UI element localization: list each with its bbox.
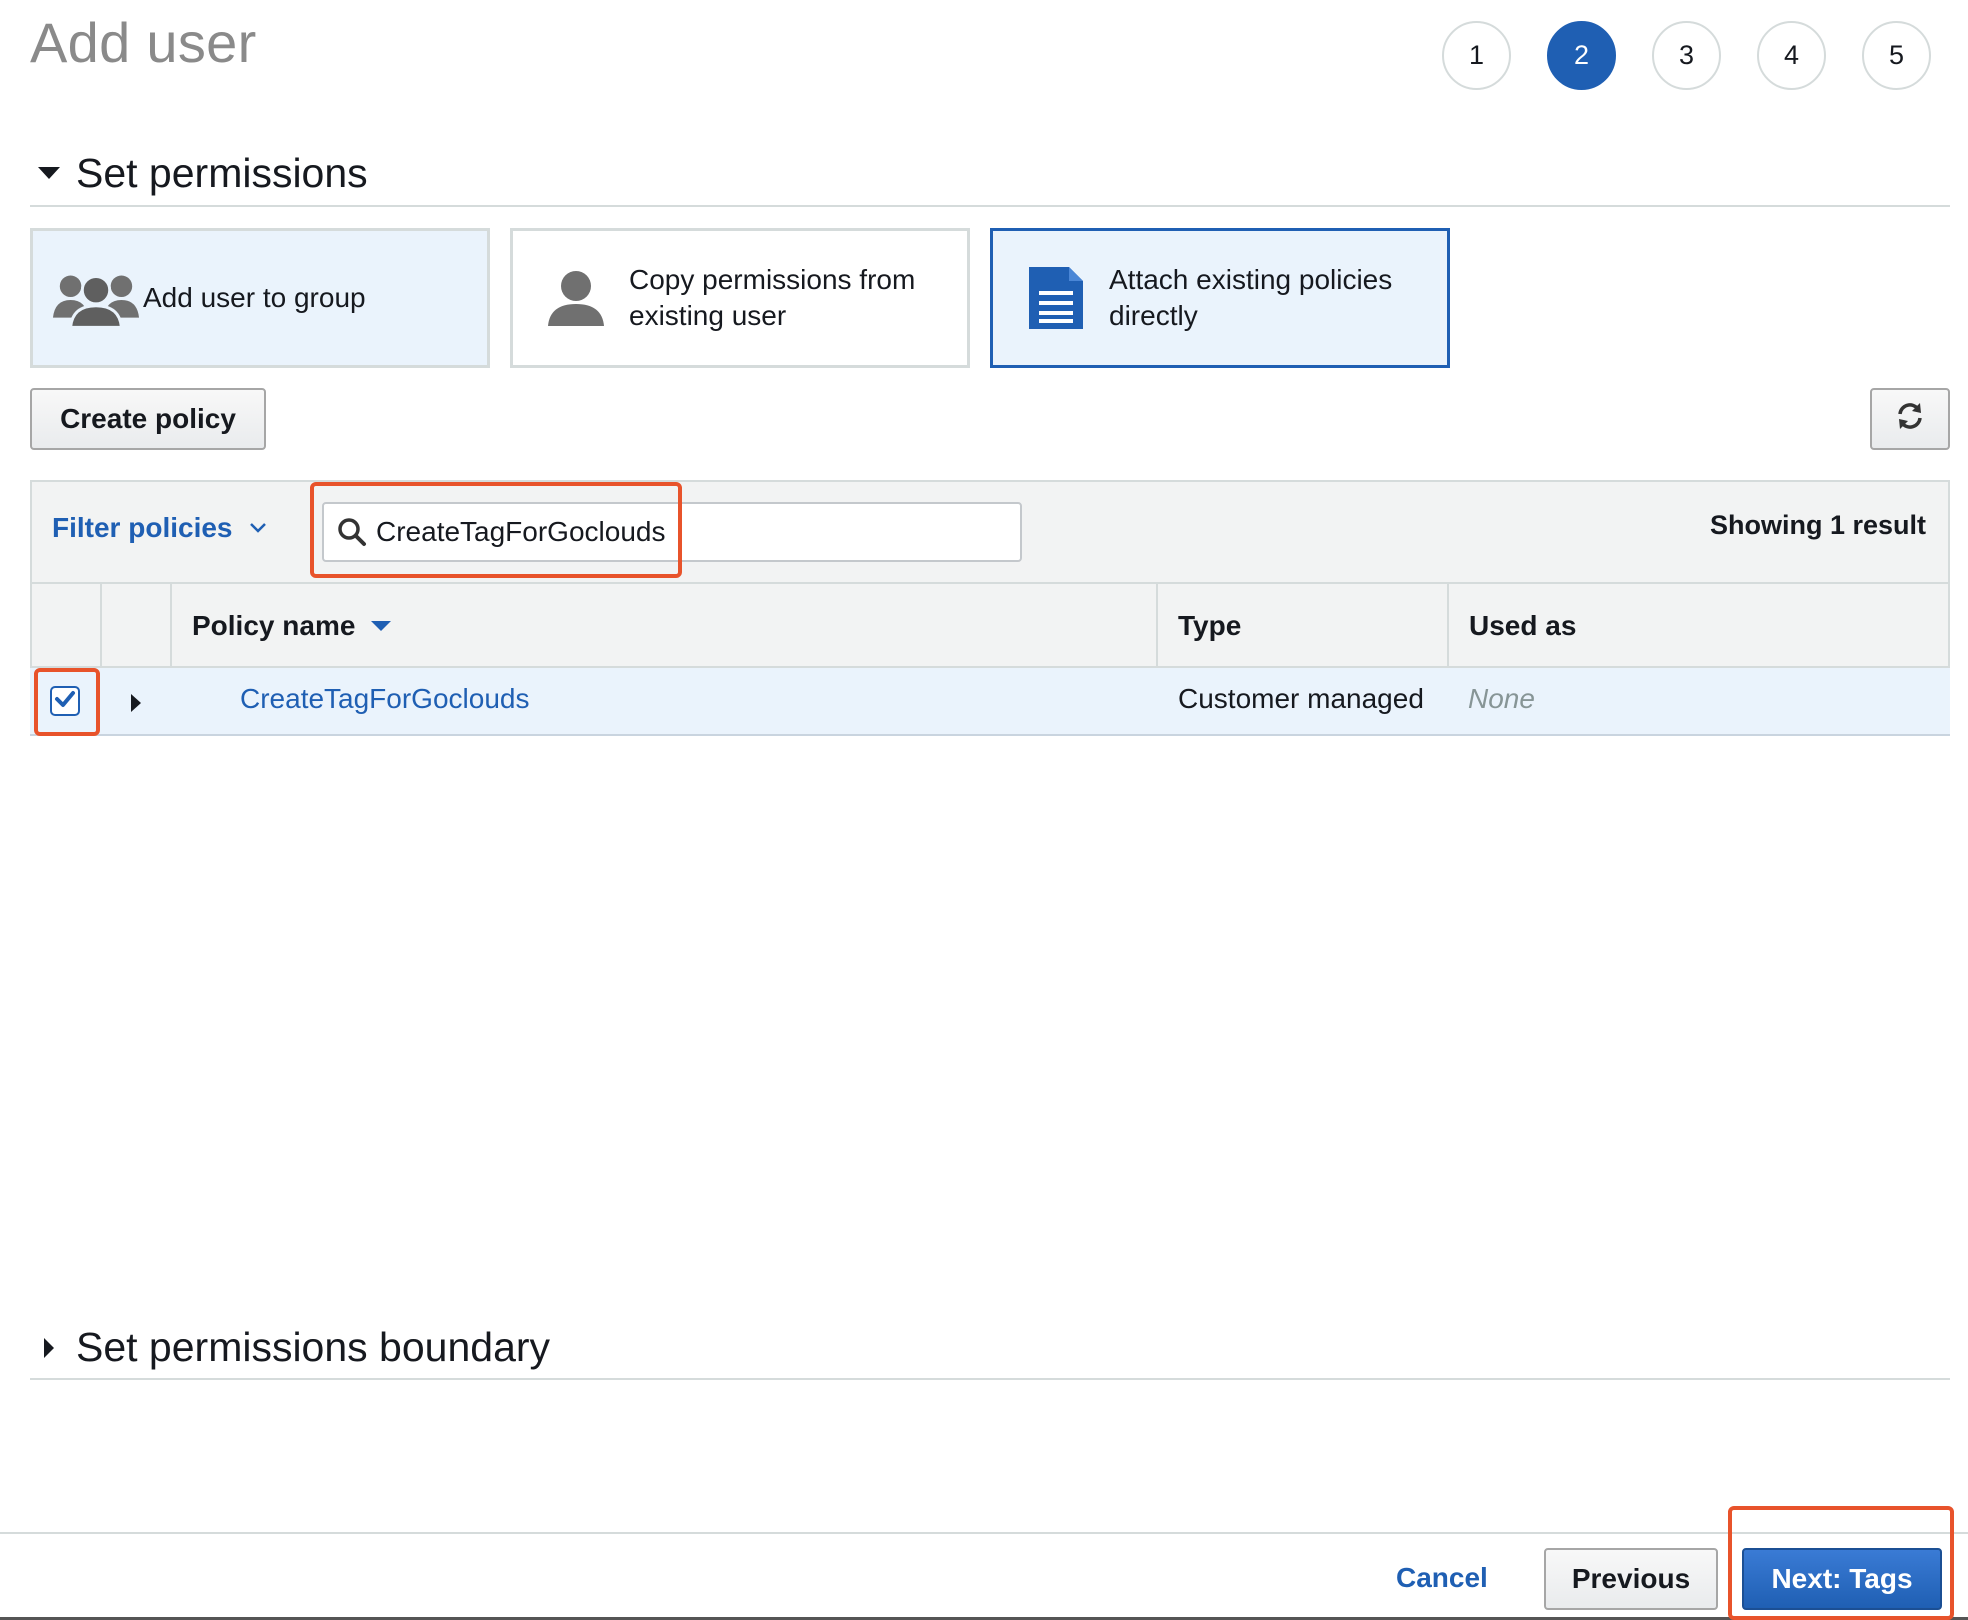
column-divider [170,584,172,668]
policy-used-as: None [1468,683,1535,714]
page-title: Add user [30,11,257,74]
refresh-icon [1895,401,1925,438]
result-count: Showing 1 result [1709,510,1926,540]
step-4[interactable]: 4 [1757,21,1826,90]
step-5[interactable]: 5 [1862,21,1931,90]
refresh-button[interactable] [1870,388,1950,450]
next-tags-button[interactable]: Next: Tags [1742,1548,1942,1610]
step-3[interactable]: 3 [1652,21,1721,90]
column-header-policy-name[interactable]: Policy name [192,610,392,642]
document-icon [1011,263,1101,333]
checkmark-icon [54,690,76,713]
column-divider [1447,584,1449,668]
option-label-line: Copy permissions from [629,264,916,295]
option-label-line: Attach existing policies [1109,264,1393,295]
chevron-down-icon [249,522,267,534]
policy-search-box[interactable] [322,502,1022,562]
option-copy-permissions[interactable]: Copy permissions from existing user [510,228,970,368]
option-label-attach: Attach existing policies directly [1109,262,1392,334]
search-input[interactable] [374,512,1004,552]
sort-desc-icon [371,620,392,632]
user-icon [531,268,621,328]
filter-policies-dropdown[interactable]: Filter policies [52,512,267,544]
previous-button[interactable]: Previous [1544,1548,1718,1610]
section-title-boundary: Set permissions boundary [76,1324,551,1370]
row-checkbox[interactable] [50,686,80,716]
caret-down-icon [34,159,64,189]
step-2[interactable]: 2 [1547,21,1616,90]
column-divider [100,584,102,668]
footer-divider [0,1532,1968,1534]
caret-right-icon [34,1333,64,1363]
cancel-button[interactable]: Cancel [1396,1562,1488,1594]
set-permissions-toggle[interactable]: Set permissions [34,150,368,197]
create-policy-button[interactable]: Create policy [30,388,266,450]
section-divider [30,1378,1950,1380]
section-divider [30,205,1950,207]
column-label: Policy name [192,610,356,641]
column-header-used-as[interactable]: Used as [1469,610,1576,642]
option-add-user-to-group[interactable]: Add user to group [30,228,490,368]
option-label-line: existing user [629,300,787,331]
group-icon [51,268,141,328]
column-divider [1156,584,1158,668]
column-header-type[interactable]: Type [1178,610,1241,642]
option-label-line: directly [1109,300,1198,331]
option-label-copy: Copy permissions from existing user [629,262,915,334]
row-expand-caret-icon[interactable] [130,693,142,718]
section-title-permissions: Set permissions [76,150,368,196]
search-icon [336,516,368,553]
policy-type: Customer managed [1178,683,1424,714]
set-permissions-boundary-toggle[interactable]: Set permissions boundary [34,1324,550,1371]
option-label: Add user to group [143,282,366,313]
option-attach-policies[interactable]: Attach existing policies directly [990,228,1450,368]
policy-name-link[interactable]: CreateTagForGoclouds [240,683,529,715]
step-1[interactable]: 1 [1442,21,1511,90]
filter-policies-label: Filter policies [52,512,233,543]
